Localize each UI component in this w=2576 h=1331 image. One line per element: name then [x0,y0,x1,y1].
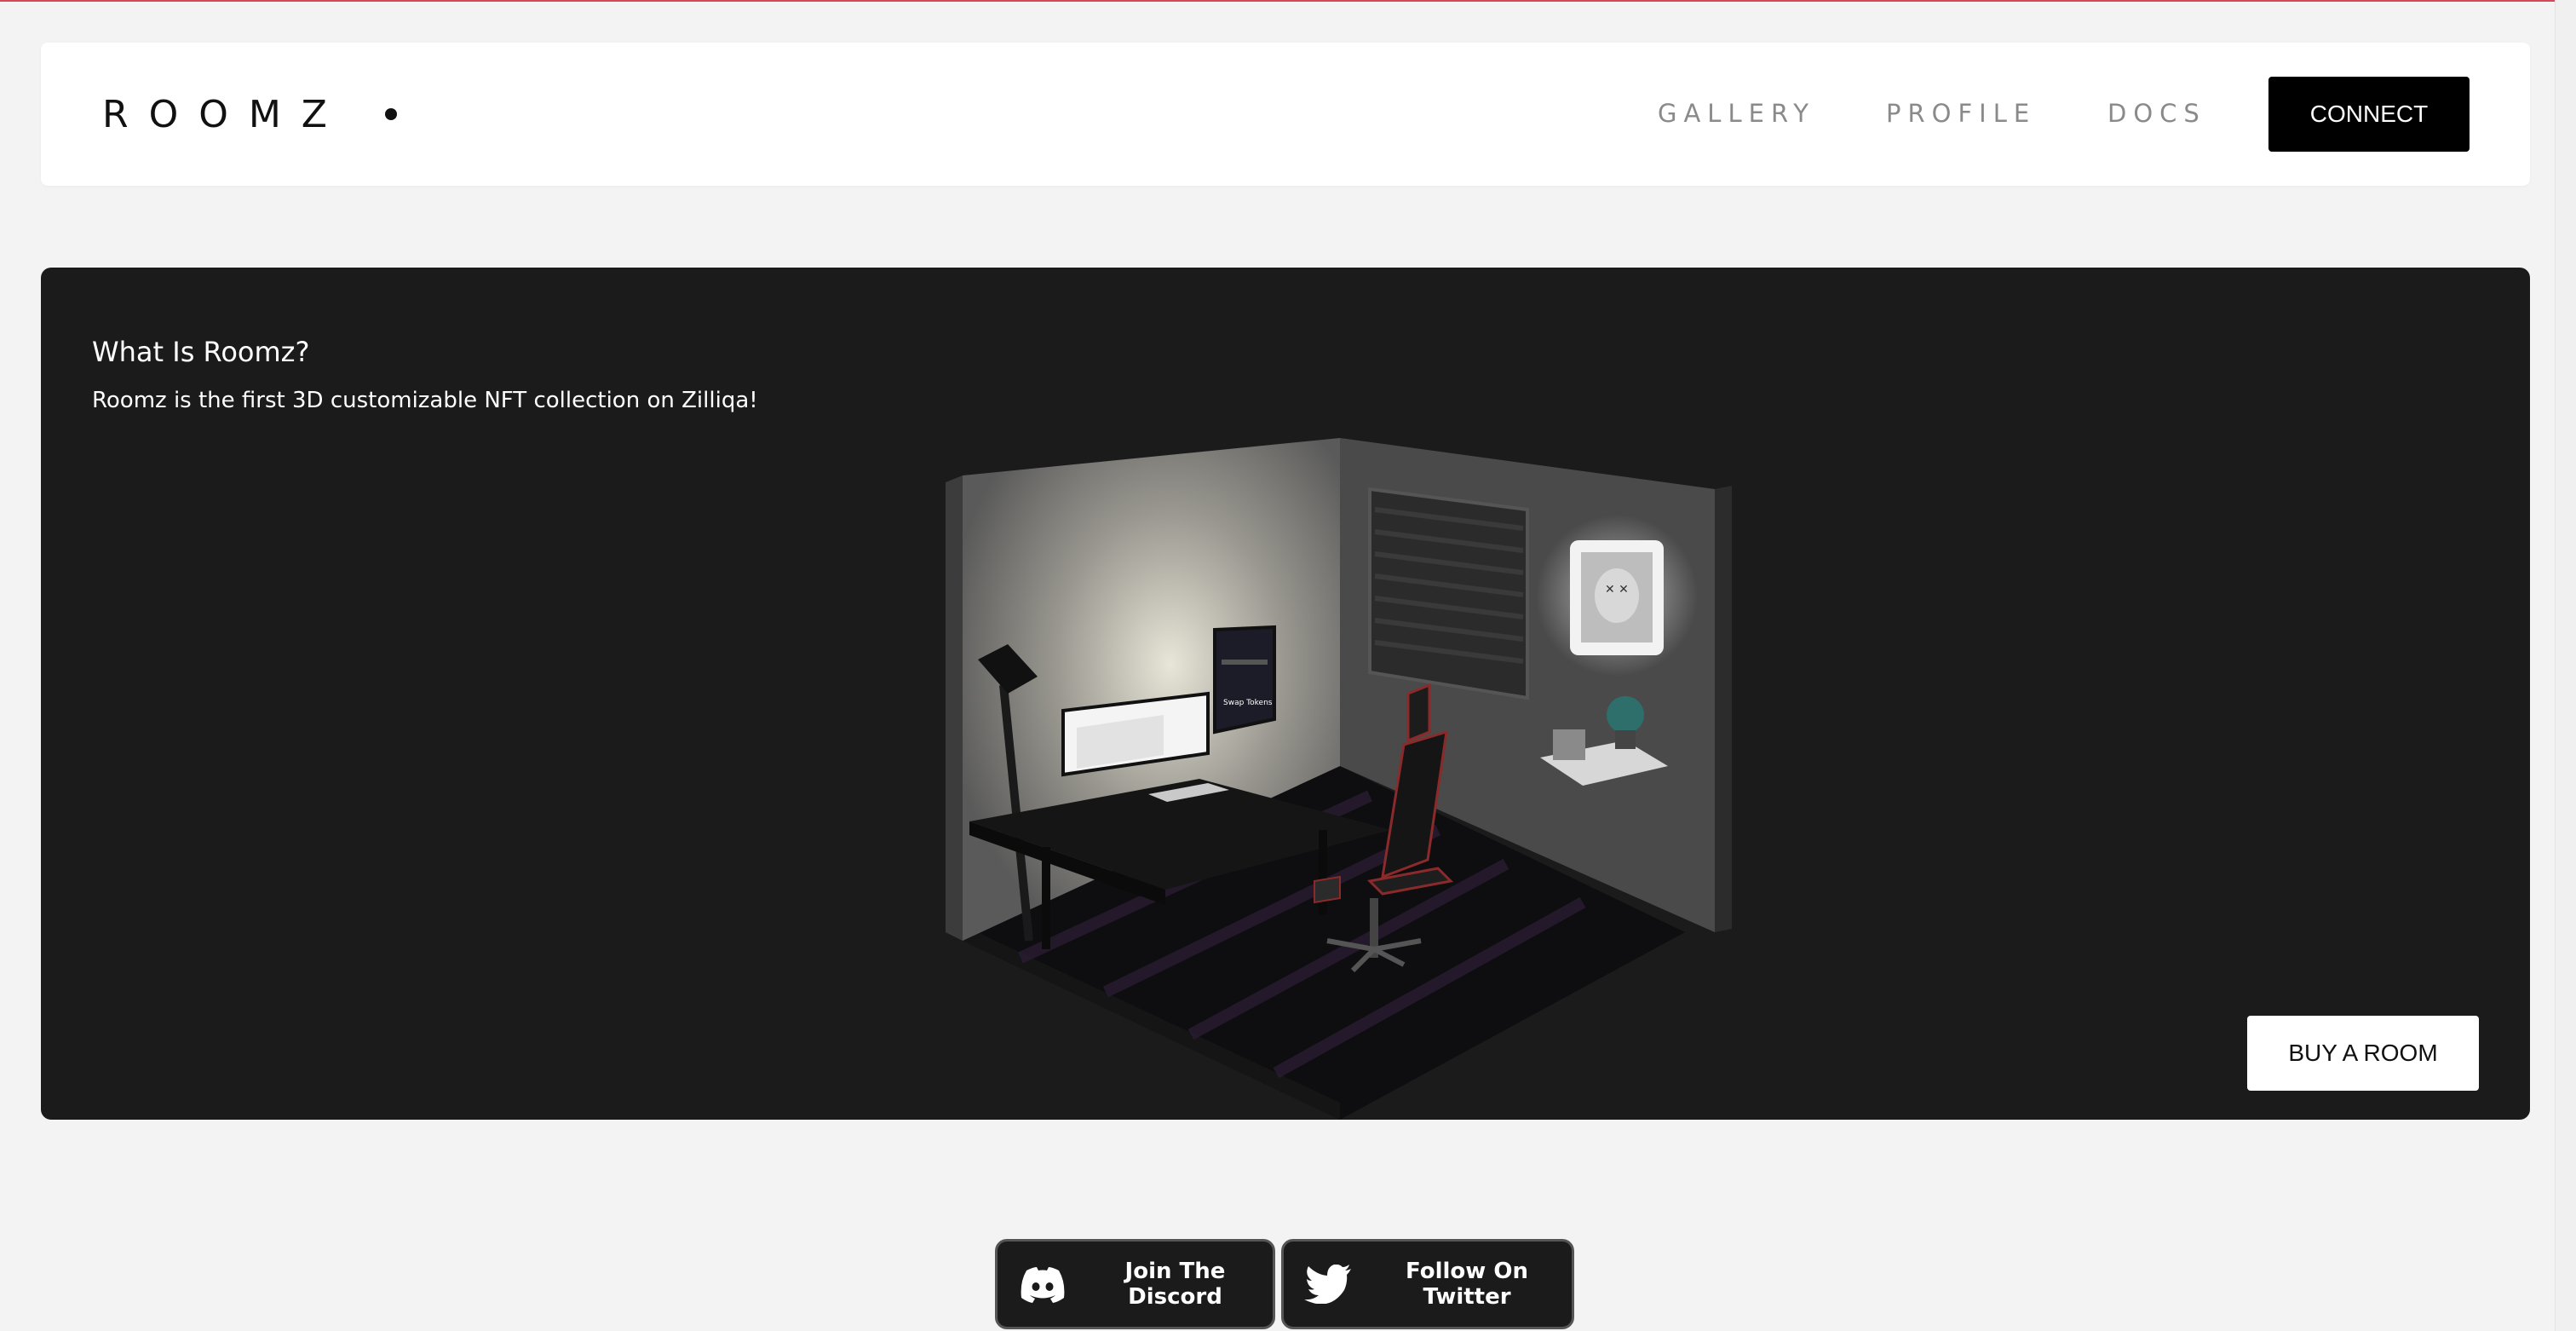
twitter-icon [1304,1263,1352,1305]
discord-icon [1018,1263,1067,1305]
room-illustration: ✕ ✕ Swap Tokens [946,438,1732,1120]
hero-panel: What Is Roomz? Roomz is the first 3D cus… [41,268,2530,1120]
dot-icon [384,108,397,120]
connect-button[interactable]: CONNECT [2268,77,2470,152]
nav-docs-link[interactable]: DOCS [2107,99,2206,128]
discord-label: Join The Discord [1124,1259,1226,1310]
logo-text: ROOMZ [102,92,348,136]
logo[interactable]: ROOMZ [102,89,397,140]
join-discord-button[interactable]: Join The Discord [995,1239,1275,1329]
nav-profile-link[interactable]: PROFILE [1886,99,2036,128]
hero-description: Roomz is the first 3D customizable NFT c… [92,388,758,413]
site-header: ROOMZ GALLERY PROFILE DOCS CONNECT [41,43,2530,186]
hero-title: What Is Roomz? [92,336,310,368]
svg-text:✕ ✕: ✕ ✕ [1605,583,1629,596]
top-accent-line [0,0,2576,2]
buy-room-button[interactable]: BUY A ROOM [2247,1016,2479,1091]
svg-text:Swap Tokens: Swap Tokens [1223,699,1273,707]
page-scrollbar[interactable] [2555,0,2576,1331]
twitter-label: Follow On Twitter [1406,1259,1528,1310]
nav-gallery-link[interactable]: GALLERY [1658,99,1815,128]
follow-twitter-button[interactable]: Follow On Twitter [1281,1239,1574,1329]
